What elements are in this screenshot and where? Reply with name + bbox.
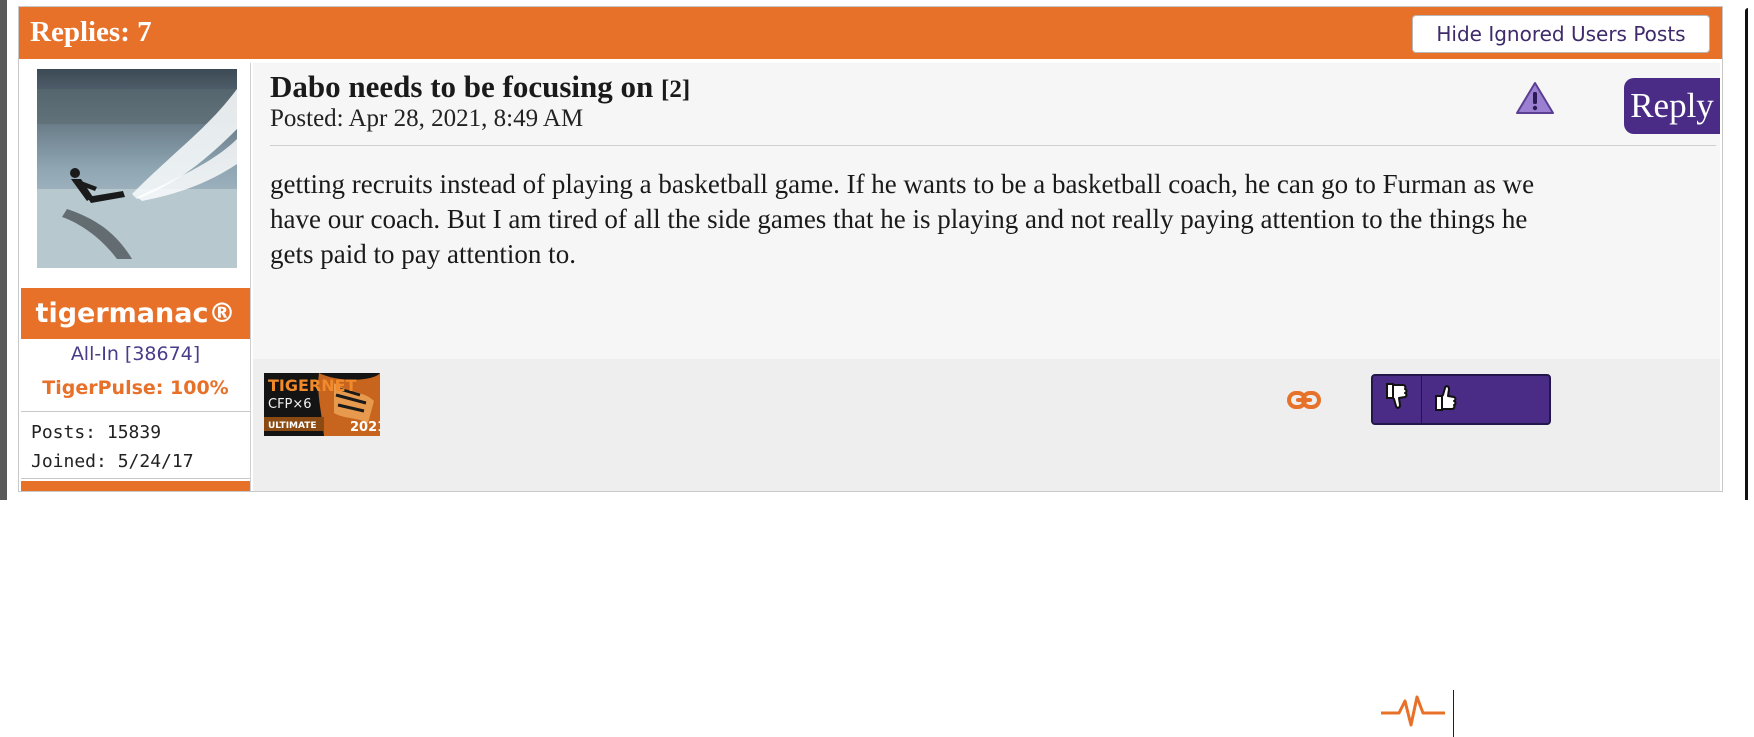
thread-post-container: Replies: 7 Hide Ignored Users Posts tige… xyxy=(18,6,1723,737)
tigernet-badge: TIGERNET CFP×6 ULTIMATE 2021 xyxy=(264,373,380,436)
username[interactable]: tigermanac® xyxy=(21,288,250,339)
thumbs-down-icon xyxy=(1383,382,1411,417)
post-count: Posts: 15839 xyxy=(31,422,162,443)
post-title-text: Dabo needs to be focusing on xyxy=(270,69,654,104)
rating-controls xyxy=(1371,374,1551,737)
post-timestamp: Posted: Apr 28, 2021, 8:49 AM xyxy=(270,105,584,132)
window-left-edge xyxy=(0,0,7,500)
window-right-edge xyxy=(1745,8,1748,500)
join-date: Joined: 5/24/17 xyxy=(31,451,194,472)
thumbs-up-button[interactable] xyxy=(1422,376,1470,423)
user-bottom-bar xyxy=(21,481,250,491)
thumbs-down-button[interactable] xyxy=(1373,376,1422,423)
replies-count: Replies: 7 xyxy=(30,16,152,48)
user-rank[interactable]: All-In [38674] xyxy=(21,343,250,365)
reply-button[interactable]: Reply xyxy=(1624,78,1720,134)
link-icon[interactable] xyxy=(1287,383,1321,417)
user-info-column: tigermanac® All-In [38674] TigerPulse: 1… xyxy=(21,63,251,491)
badge-line1: TIGERNET xyxy=(268,376,357,395)
post-body: getting recruits instead of playing a ba… xyxy=(270,169,1535,269)
warning-icon[interactable] xyxy=(1515,81,1555,115)
tigerpulse-button[interactable] xyxy=(1373,690,1454,737)
user-stats: Posts: 15839 Joined: 5/24/17 xyxy=(21,411,250,479)
hide-ignored-users-button[interactable]: Hide Ignored Users Posts xyxy=(1412,15,1710,53)
thumbs-up-icon xyxy=(1432,382,1460,417)
tigerpulse: TigerPulse: 100% xyxy=(42,377,229,399)
post-column: Dabo needs to be focusing on [2] Posted:… xyxy=(253,63,1720,737)
replies-header: Replies: 7 Hide Ignored Users Posts xyxy=(19,7,1722,59)
post-page-count: [2] xyxy=(661,76,691,103)
post-title[interactable]: Dabo needs to be focusing on [2] xyxy=(270,69,690,105)
badge-year: 2021 xyxy=(350,420,380,435)
avatar[interactable] xyxy=(37,69,237,268)
badge-line2: CFP×6 xyxy=(268,397,312,412)
post-footer: TIGERNET CFP×6 ULTIMATE 2021 xyxy=(253,359,1720,737)
badge-line3: ULTIMATE xyxy=(268,421,317,431)
pulse-icon xyxy=(1381,691,1445,736)
title-divider xyxy=(270,145,1716,146)
